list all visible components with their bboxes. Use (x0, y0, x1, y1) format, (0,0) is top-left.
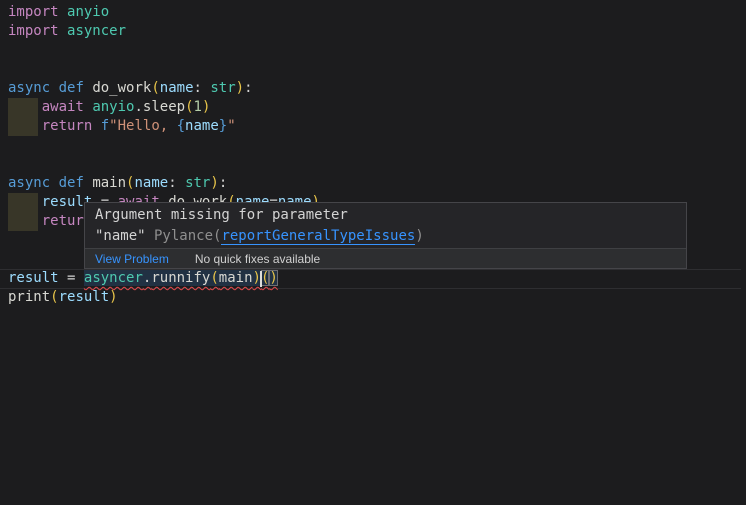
code-line-2[interactable]: import asyncer (0, 22, 746, 41)
view-problem-link[interactable]: View Problem (95, 252, 169, 266)
token: asyncer (84, 270, 143, 286)
token: result (8, 270, 59, 286)
token: name (134, 175, 168, 191)
token: : (168, 175, 176, 191)
token (8, 194, 42, 210)
token: name (160, 80, 194, 96)
diagnostic-rule-link[interactable]: reportGeneralTypeIssues (221, 228, 415, 245)
text-cursor (260, 271, 262, 287)
code-line-6[interactable]: await anyio.sleep(1) (0, 98, 746, 117)
code-line-3[interactable] (0, 41, 746, 60)
token: ( (210, 270, 218, 286)
token: print (8, 289, 50, 305)
token (59, 4, 67, 20)
token: ) (109, 289, 117, 305)
token (8, 213, 42, 229)
token: name (185, 118, 219, 134)
editor-viewport: import anyioimport asyncerasync def do_w… (0, 0, 746, 505)
token: main (92, 175, 126, 191)
token: ) (236, 80, 244, 96)
token: . (134, 99, 142, 115)
token: anyio (67, 4, 109, 20)
token: ) (210, 175, 218, 191)
token: : (219, 175, 227, 191)
token: sleep (143, 99, 185, 115)
token: : (194, 80, 202, 96)
token: async (8, 80, 50, 96)
token (8, 118, 42, 134)
token: } (219, 118, 227, 134)
code-line-7[interactable]: return f"Hello, {name}" (0, 117, 746, 136)
diagnostic-quoted-param: "name" (95, 228, 146, 244)
token: return (42, 118, 93, 134)
token: await (42, 99, 84, 115)
token (59, 23, 67, 39)
token: f (101, 118, 109, 134)
token: async (8, 175, 50, 191)
diagnostic-close-paren: ) (415, 228, 423, 244)
code-line-8[interactable] (0, 136, 746, 155)
diagnostic-source: Pylance( (146, 228, 222, 244)
code-line-15[interactable]: result = asyncer.runnify(main)() (0, 269, 746, 288)
token: def (59, 175, 84, 191)
token: ( (185, 99, 193, 115)
token (92, 118, 100, 134)
token: str (185, 175, 210, 191)
hover-status-bar: View Problem No quick fixes available (85, 248, 686, 268)
code-line-9[interactable] (0, 155, 746, 174)
token (50, 80, 58, 96)
token: anyio (92, 99, 134, 115)
token: "Hello, (109, 118, 176, 134)
token: runnify (151, 270, 210, 286)
token: : (244, 80, 252, 96)
token: do_work (92, 80, 151, 96)
no-quick-fixes-label: No quick fixes available (195, 252, 320, 266)
token: { (177, 118, 185, 134)
code-line-10[interactable]: async def main(name: str): (0, 174, 746, 193)
token: str (210, 80, 235, 96)
diagnostic-message: Argument missing for parameter "name" Pyl… (85, 203, 686, 248)
token (177, 175, 185, 191)
token: import (8, 23, 59, 39)
token (59, 270, 67, 286)
token (8, 99, 42, 115)
token: ( (50, 289, 58, 305)
token: result (59, 289, 110, 305)
token: ) (202, 99, 210, 115)
token (75, 270, 83, 286)
token: " (227, 118, 235, 134)
hover-tooltip: Argument missing for parameter "name" Pyl… (84, 202, 687, 269)
code-line-4[interactable] (0, 60, 746, 79)
diagnostic-message-line1: Argument missing for parameter (95, 207, 348, 223)
token: main (219, 270, 253, 286)
token (50, 175, 58, 191)
code-line-5[interactable]: async def do_work(name: str): (0, 79, 746, 98)
token: ) (269, 270, 277, 286)
token: asyncer (67, 23, 126, 39)
token: def (59, 80, 84, 96)
code-line-1[interactable]: import anyio (0, 3, 746, 22)
token: 1 (194, 99, 202, 115)
token: import (8, 4, 59, 20)
token: ( (151, 80, 159, 96)
code-line-16[interactable]: print(result) (0, 288, 746, 307)
